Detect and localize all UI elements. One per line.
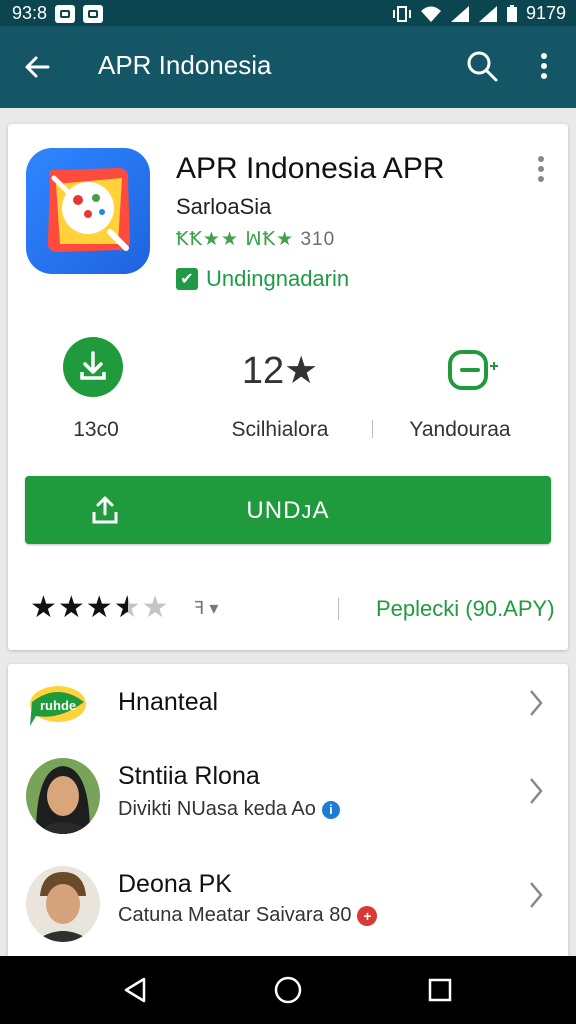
content-rating-icon bbox=[448, 350, 498, 390]
developer-name[interactable]: SarloaSia bbox=[176, 194, 271, 220]
system-nav-bar bbox=[0, 956, 576, 1024]
brand-logo-icon: ruhde bbox=[30, 686, 86, 726]
stat-rating-label: Scilhialora bbox=[231, 418, 329, 441]
rating-stars[interactable]: ★★★★★ bbox=[30, 590, 170, 625]
app-bar: APR Indonesia bbox=[0, 26, 576, 108]
info-icon: i bbox=[321, 800, 340, 819]
stats-row: 13c0 12★ Scilhialora Yandouraa bbox=[8, 324, 568, 454]
more-vert-icon[interactable] bbox=[530, 48, 558, 84]
more-vert-icon[interactable] bbox=[534, 154, 548, 184]
page-title: APR Indonesia bbox=[98, 50, 272, 80]
app-icon[interactable] bbox=[26, 148, 150, 274]
star-icon: ★★★ bbox=[30, 591, 114, 624]
nav-back-icon[interactable] bbox=[120, 974, 152, 1006]
chevron-down-icon: ▾ bbox=[209, 598, 219, 618]
list-item[interactable]: Deona PK Catuna Meatar Saivara 80 + bbox=[8, 860, 568, 960]
battery-level: 9179 bbox=[525, 3, 566, 23]
signal-icon bbox=[478, 5, 497, 22]
nav-recents-icon[interactable] bbox=[424, 974, 456, 1006]
status-time: 93:8 bbox=[12, 3, 48, 23]
app-details-card: APR Indonesia APR SarloaSia ꝀꝀ★★ ꟽꝀ★ 310… bbox=[8, 124, 568, 650]
list-item[interactable]: Stntiia Rlona Divikti NUasa keda Ao i bbox=[8, 752, 568, 856]
app-logo-icon bbox=[47, 168, 130, 252]
install-label: UNDᴊA bbox=[246, 497, 330, 524]
list-item-title: Stntiia Rlona bbox=[118, 762, 260, 790]
verified-badge: ✔ Undingnadarin bbox=[176, 266, 349, 292]
notification-icon bbox=[55, 4, 76, 23]
list-item-subtitle: Catuna Meatar Saivara 80 + bbox=[118, 904, 378, 927]
stat-content-label: Yandouraa bbox=[409, 418, 511, 441]
nav-home-icon[interactable] bbox=[272, 974, 304, 1006]
logo-text: ruhde bbox=[40, 698, 76, 713]
app-title: APR Indonesia APR bbox=[176, 152, 445, 185]
notification-icon bbox=[83, 4, 104, 23]
related-list-card: ruhde Hnanteal Stntiia Rlona Divikti NUa… bbox=[8, 664, 568, 964]
stat-downloads-label: 13c0 bbox=[73, 418, 119, 441]
status-bar: 93:8 9179 bbox=[0, 0, 576, 26]
rating-stars: ꝀꝀ★★ ꟽꝀ★ bbox=[176, 229, 295, 250]
stat-rating-value: 12 bbox=[241, 350, 285, 392]
star-icon: ★ bbox=[284, 350, 319, 392]
avatar bbox=[26, 758, 100, 834]
rating-dropdown[interactable]: ꟻ ▾ bbox=[194, 598, 218, 619]
back-arrow-icon[interactable] bbox=[18, 48, 56, 86]
user-rating-row: ★★★★★ ꟻ ▾ Peplecki (90.APY) bbox=[30, 590, 560, 630]
list-item-subtitle: Divikti NUasa keda Ao i bbox=[118, 798, 340, 821]
empty-star-icon: ★ bbox=[141, 591, 170, 624]
list-header-title: Hnanteal bbox=[118, 688, 219, 716]
battery-icon bbox=[506, 4, 517, 22]
download-icon bbox=[63, 337, 123, 397]
review-link[interactable]: Peplecki (90.APY) bbox=[376, 596, 555, 622]
app-rating-summary: ꝀꝀ★★ ꟽꝀ★ 310 bbox=[176, 228, 335, 251]
rating-count: 310 bbox=[300, 229, 336, 250]
wifi-icon bbox=[420, 6, 441, 22]
chevron-right-icon bbox=[530, 778, 543, 804]
avatar bbox=[26, 866, 100, 942]
half-star-icon: ★ bbox=[113, 591, 142, 624]
list-header[interactable]: ruhde Hnanteal bbox=[8, 664, 568, 748]
search-icon[interactable] bbox=[464, 48, 500, 84]
install-button[interactable]: UNDᴊA bbox=[25, 476, 551, 544]
divider bbox=[338, 598, 339, 620]
list-item-title: Deona PK bbox=[118, 870, 232, 898]
alert-icon: + bbox=[357, 905, 378, 926]
vibrate-icon bbox=[392, 5, 411, 22]
chevron-right-icon bbox=[530, 882, 543, 908]
check-icon: ✔ bbox=[176, 268, 198, 290]
signal-icon bbox=[450, 5, 469, 22]
badge-label: Undingnadarin bbox=[206, 266, 350, 291]
chevron-right-icon bbox=[530, 690, 543, 716]
